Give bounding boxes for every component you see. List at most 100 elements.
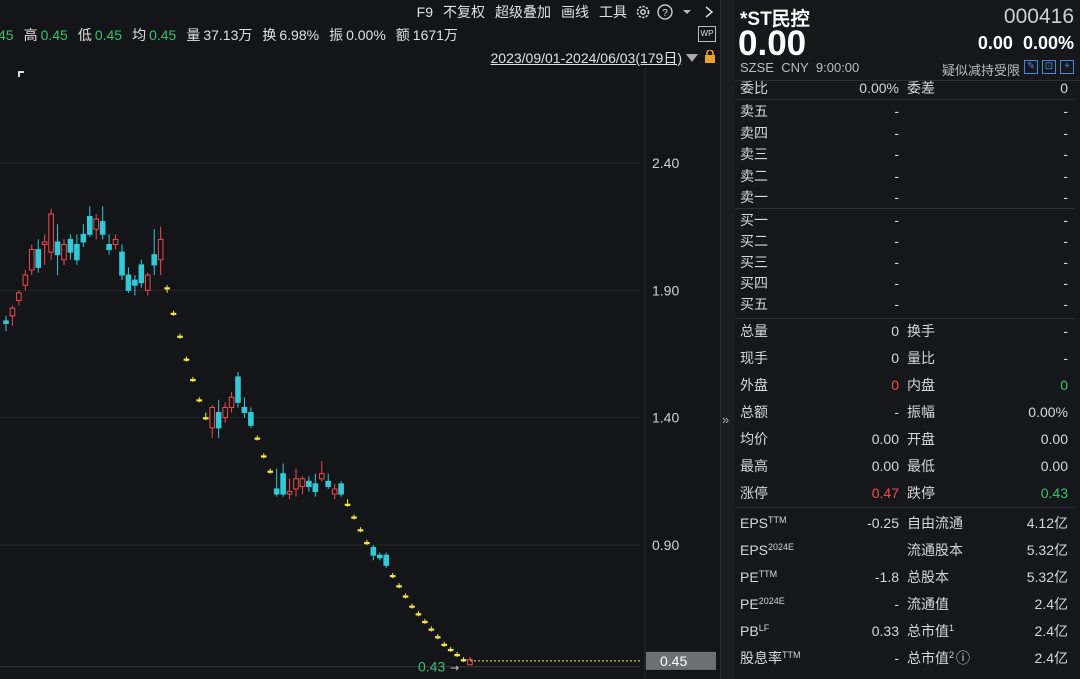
- metric-suffix: LF: [758, 623, 770, 633]
- candle-body: [222, 406, 228, 419]
- info-icon[interactable]: ⓘ: [956, 650, 970, 666]
- candle-body: [248, 412, 254, 426]
- chevron-right-icon[interactable]: [698, 1, 720, 23]
- ask-volume: -: [1063, 124, 1068, 141]
- candle-body: [318, 473, 325, 480]
- annotation-arrow-icon: →: [450, 662, 459, 675]
- candle-body: [228, 396, 235, 408]
- stat-value: -: [894, 404, 899, 420]
- ask-price: -: [894, 103, 899, 119]
- panel-collapse-handle[interactable]: »: [720, 0, 736, 679]
- bid-row: 买二 - -: [735, 231, 1075, 251]
- candle-body: [190, 378, 196, 382]
- fundamental-label: EPSTTM: [740, 513, 787, 533]
- candle-body: [106, 243, 112, 251]
- fundamental-label: 流通股本: [907, 540, 963, 560]
- high-value: 0.45: [40, 27, 68, 43]
- metric-name: 总股本: [907, 569, 949, 585]
- bid-price: -: [894, 254, 899, 270]
- ask-row: 卖五 - -: [735, 101, 1075, 121]
- low-value: 0.45: [94, 27, 123, 43]
- stat-label: 最低: [907, 458, 935, 474]
- market-code: SZSE: [740, 60, 774, 75]
- bid-label: 买二: [740, 233, 768, 249]
- kline-chart-area[interactable]: F9 不复权 超级叠加 画线 工具 ? 45 高 0.45 低 0.45 均 0.45…: [0, 0, 720, 679]
- reduction-notice[interactable]: 疑似减持受限: [942, 60, 1020, 79]
- candle-body: [209, 406, 216, 429]
- help-icon[interactable]: ?: [654, 1, 676, 23]
- date-range-dropdown-icon[interactable]: [686, 50, 698, 66]
- metric-name: 总市值: [907, 623, 949, 639]
- price-adjust-button[interactable]: 不复权: [438, 0, 490, 24]
- ask-volume: -: [1063, 167, 1068, 184]
- metric-name: 流通值: [907, 596, 949, 612]
- volume-value: 37.13万: [203, 27, 253, 43]
- metric-name: 总市值: [907, 650, 949, 666]
- order-ratio-row: 委比 0.00% 委差 0: [735, 78, 1075, 98]
- ask-price: -: [894, 167, 899, 184]
- amount-label: 额: [395, 27, 410, 43]
- stat-value: 0: [891, 377, 899, 393]
- quote-meta: SZSE CNY 9:00:00: [740, 60, 859, 75]
- edit-icon[interactable]: ✎: [1024, 60, 1038, 74]
- tools-button[interactable]: 工具: [594, 0, 632, 24]
- date-range-row[interactable]: 2023/09/01-2024/06/03(179日): [491, 48, 720, 68]
- stat-label: 涨停: [740, 485, 768, 501]
- fundamental-value: 5.32亿: [1026, 569, 1068, 585]
- f9-button[interactable]: F9: [412, 0, 438, 24]
- candle-body: [357, 529, 364, 532]
- avg-value: 0.45: [149, 27, 177, 43]
- candle-body: [312, 483, 319, 493]
- low-price-annotation: 0.43: [418, 659, 445, 675]
- ask-label: 卖二: [740, 167, 768, 184]
- candle-body: [41, 241, 48, 245]
- add-icon[interactable]: +: [1060, 60, 1074, 74]
- candle-body: [125, 274, 132, 291]
- stat-label: 均价: [740, 431, 768, 447]
- bid-label: 买四: [740, 275, 768, 291]
- candlestick-chart[interactable]: 2.40 1.90 1.40 0.90 0.43 → 0.45: [0, 68, 720, 679]
- candle-body: [396, 585, 402, 588]
- ask-price: -: [894, 189, 899, 205]
- fundamental-value: 2.4亿: [1034, 650, 1068, 666]
- wp-badge[interactable]: WP: [698, 26, 716, 42]
- expand-icon[interactable]: ⊡: [1042, 60, 1056, 74]
- fundamental-label: 股息率TTM: [740, 648, 801, 668]
- divider: [735, 99, 1075, 100]
- candle-body: [299, 478, 306, 487]
- stat-value: 0: [891, 323, 899, 339]
- settings-gear-icon[interactable]: [632, 1, 654, 23]
- metric-name: PE: [740, 596, 759, 612]
- stat-row: 现手 0 量比 -: [735, 348, 1075, 368]
- candle-body: [170, 312, 177, 315]
- dropdown-triangle-icon[interactable]: [676, 1, 698, 23]
- lock-icon[interactable]: [704, 49, 716, 66]
- ask-label: 卖五: [740, 103, 768, 119]
- fundamental-row: EPS2024E 流通股本 5.32亿: [735, 540, 1075, 560]
- draw-line-button[interactable]: 画线: [556, 0, 594, 24]
- stat-row: 均价 0.00 开盘 0.00: [735, 429, 1075, 449]
- change-value: 0.00: [977, 33, 1013, 53]
- candle-body: [74, 243, 80, 261]
- overlay-button[interactable]: 超级叠加: [490, 0, 556, 24]
- fundamental-value: 2.4亿: [1034, 623, 1068, 639]
- candle-body: [196, 399, 203, 402]
- candle-body: [112, 238, 119, 245]
- bid-price: -: [894, 212, 899, 228]
- metric-suffix: TTM: [758, 569, 778, 579]
- candle-body: [54, 241, 61, 256]
- change-percent: 0.00%: [1022, 33, 1074, 53]
- stat-value: 0: [1060, 377, 1068, 393]
- candle-body: [428, 628, 435, 631]
- candle-body: [9, 307, 16, 317]
- fundamental-row: PETTM -1.8 总股本 5.32亿: [735, 567, 1075, 587]
- avg-label: 均: [132, 27, 147, 43]
- collapse-chevron-icon[interactable]: »: [722, 412, 729, 427]
- prev-stat-value: 45: [0, 27, 14, 43]
- order-diff-value: 0: [1060, 80, 1068, 96]
- candle-body: [422, 620, 428, 624]
- fundamental-label: 自由流通: [907, 513, 963, 533]
- bid-volume: -: [1063, 254, 1068, 270]
- order-ratio-value: 0.00%: [859, 80, 899, 96]
- quote-panel: *ST民控 000416 0.00 0.00 0.00% SZSE CNY 9:…: [735, 0, 1080, 679]
